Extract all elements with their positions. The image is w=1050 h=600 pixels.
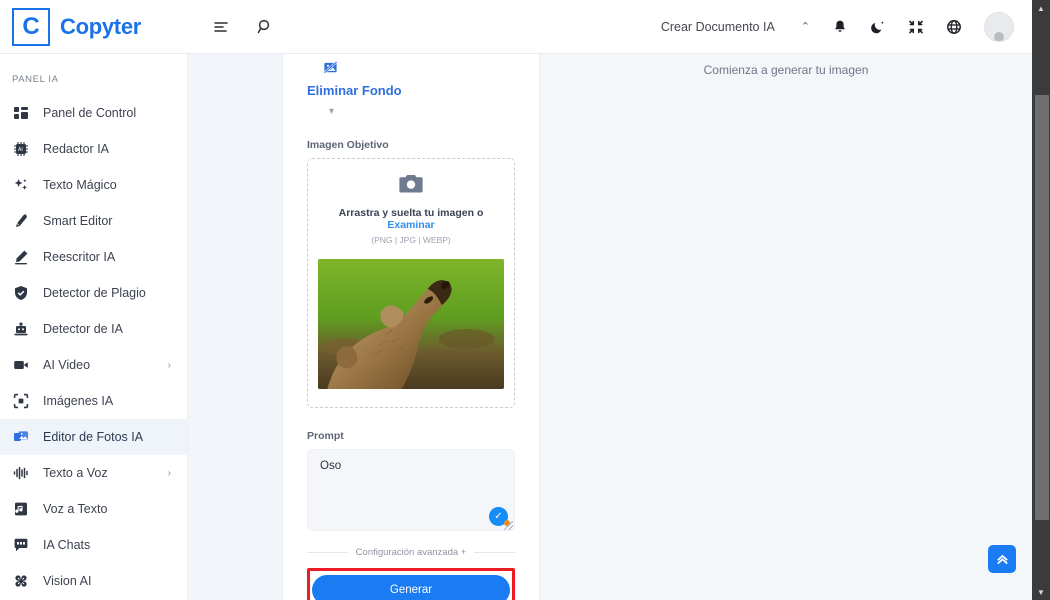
sidebar-item-vision-ai[interactable]: Vision AI	[0, 563, 187, 599]
sidebar-item-reescritor-ia[interactable]: Reescritor IA	[0, 239, 187, 275]
sidebar-item-ia-chats[interactable]: IA Chats	[0, 527, 187, 563]
sidebar-nav-list: Panel de Control AI Redactor IA Texto Mágic…	[0, 95, 187, 599]
sidebar-item-voz-a-texto[interactable]: Voz a Texto	[0, 491, 187, 527]
pen-icon	[12, 213, 29, 230]
top-header: C Copyter Crear Documento IA ⌃	[0, 0, 1032, 54]
image-dropzone[interactable]: Arrastra y suelta tu imagen o Examinar (…	[307, 158, 515, 408]
waveform-icon	[12, 465, 29, 482]
svg-text:AI: AI	[18, 147, 23, 153]
generate-button-wrapper: Generar	[307, 568, 515, 600]
sidebar-item-label: IA Chats	[43, 538, 91, 552]
logo-letter: C	[22, 12, 40, 40]
dashboard-icon	[12, 105, 29, 122]
sidebar-item-label: Reescritor IA	[43, 250, 116, 264]
chevron-up-icon: ⌃	[800, 21, 810, 33]
brand-name: Copyter	[60, 13, 142, 39]
sidebar-item-ai-video[interactable]: AI Video ›	[0, 347, 187, 383]
robot-icon	[12, 321, 29, 338]
scrollbar-down-arrow[interactable]: ▼	[1032, 584, 1050, 600]
sidebar: PANEL IA Panel de Control AI Redactor IA Te…	[0, 54, 188, 600]
dropzone-formats: (PNG | JPG | WEBP)	[371, 235, 451, 245]
sidebar-item-texto-a-voz[interactable]: Texto a Voz ›	[0, 455, 187, 491]
sidebar-item-im-genes-ia[interactable]: Imágenes IA	[0, 383, 187, 419]
image-slash-icon	[323, 60, 338, 80]
moon-icon[interactable]	[870, 19, 886, 35]
sidebar-item-smart-editor[interactable]: Smart Editor	[0, 203, 187, 239]
brand[interactable]: C Copyter	[0, 0, 188, 54]
resize-handle[interactable]	[504, 521, 513, 530]
double-chevron-up-icon	[996, 554, 1008, 564]
sidebar-item-label: Vision AI	[43, 574, 92, 588]
sidebar-section-label: PANEL IA	[12, 74, 59, 85]
chevron-right-icon[interactable]: ›	[168, 360, 171, 371]
photo-edit-icon	[12, 429, 29, 446]
tool-title: Eliminar Fondo	[307, 83, 402, 98]
page-scrollbar[interactable]: ▲ ▼	[1032, 0, 1050, 600]
sidebar-item-label: Texto Mágico	[43, 178, 117, 192]
image-frame-icon	[12, 393, 29, 410]
divider-left	[307, 552, 348, 553]
chip-ai-icon: AI	[12, 141, 29, 158]
dropzone-main-text: Arrastra y suelta tu imagen o	[338, 207, 484, 219]
result-hint: Comienza a generar tu imagen	[703, 63, 869, 77]
sidebar-item-label: Detector de Plagio	[43, 286, 146, 300]
generate-button[interactable]: Generar	[312, 575, 510, 600]
chat-bubble-icon	[12, 537, 29, 554]
dropzone-text: Arrastra y suelta tu imagen o Examinar	[316, 207, 506, 231]
sidebar-item-label: Editor de Fotos IA	[43, 430, 144, 444]
sidebar-item-label: Imágenes IA	[43, 394, 114, 408]
chevron-right-icon[interactable]: ›	[168, 468, 171, 479]
search-icon[interactable]	[256, 18, 274, 36]
shield-check-icon	[12, 285, 29, 302]
browse-link[interactable]: Examinar	[387, 219, 434, 231]
camera-icon	[316, 173, 506, 200]
sidebar-item-redactor-ia[interactable]: AI Redactor IA	[0, 131, 187, 167]
sidebar-item-label: Smart Editor	[43, 214, 113, 228]
brain-icon	[12, 573, 29, 590]
scrollbar-thumb[interactable]	[1035, 95, 1049, 520]
create-document-dropdown[interactable]: Crear Documento IA ⌃	[661, 20, 810, 34]
logo-icon: C	[12, 7, 50, 46]
target-image-label: Imagen Objetivo	[307, 139, 389, 151]
sidebar-item-label: Detector de IA	[43, 322, 123, 336]
prompt-label: Prompt	[307, 430, 344, 442]
bear-photo	[318, 259, 504, 389]
pencil-icon	[12, 249, 29, 266]
divider-right	[474, 552, 515, 553]
prompt-value: Oso	[320, 460, 342, 472]
advanced-settings-row[interactable]: Configuración avanzada +	[307, 547, 515, 558]
side-gutter	[188, 54, 283, 600]
avatar[interactable]	[984, 11, 1014, 42]
tool-panel: Eliminar Fondo ▾ Imagen Objetivo Arrastr…	[283, 54, 540, 600]
video-camera-icon	[12, 357, 29, 374]
sidebar-item-detector-de-ia[interactable]: Detector de IA	[0, 311, 187, 347]
app-root: C Copyter Crear Documento IA ⌃ PANEL IA …	[0, 0, 1050, 600]
avatar-glyph	[994, 31, 1004, 41]
advanced-settings-label[interactable]: Configuración avanzada +	[356, 547, 467, 558]
menu-lines-icon[interactable]	[212, 18, 230, 36]
sidebar-item-texto-m-gico[interactable]: Texto Mágico	[0, 167, 187, 203]
sidebar-item-editor-de-fotos-ia[interactable]: Editor de Fotos IA	[0, 419, 187, 455]
audio-file-icon	[12, 501, 29, 518]
result-panel: Comienza a generar tu imagen	[540, 54, 1032, 600]
sidebar-item-label: AI Video	[43, 358, 91, 372]
sidebar-item-label: Redactor IA	[43, 142, 110, 156]
sidebar-item-detector-de-plagio[interactable]: Detector de Plagio	[0, 275, 187, 311]
create-document-label: Crear Documento IA	[660, 19, 775, 34]
globe-icon[interactable]	[946, 19, 962, 35]
fullscreen-exit-icon[interactable]	[908, 19, 924, 35]
sidebar-item-label: Texto a Voz	[43, 466, 108, 480]
chevron-down-icon[interactable]: ▾	[329, 106, 334, 117]
sidebar-item-panel-de-control[interactable]: Panel de Control	[0, 95, 187, 131]
image-preview	[318, 259, 504, 389]
bell-icon[interactable]	[832, 19, 848, 35]
sidebar-item-label: Panel de Control	[43, 106, 137, 120]
tool-header[interactable]: Eliminar Fondo ▾	[307, 54, 515, 117]
prompt-input[interactable]: Oso ✓	[307, 449, 515, 531]
sidebar-item-label: Voz a Texto	[43, 502, 108, 516]
scroll-to-top-button[interactable]	[988, 545, 1016, 573]
sparkles-icon	[12, 177, 29, 194]
scrollbar-up-arrow[interactable]: ▲	[1032, 0, 1050, 16]
